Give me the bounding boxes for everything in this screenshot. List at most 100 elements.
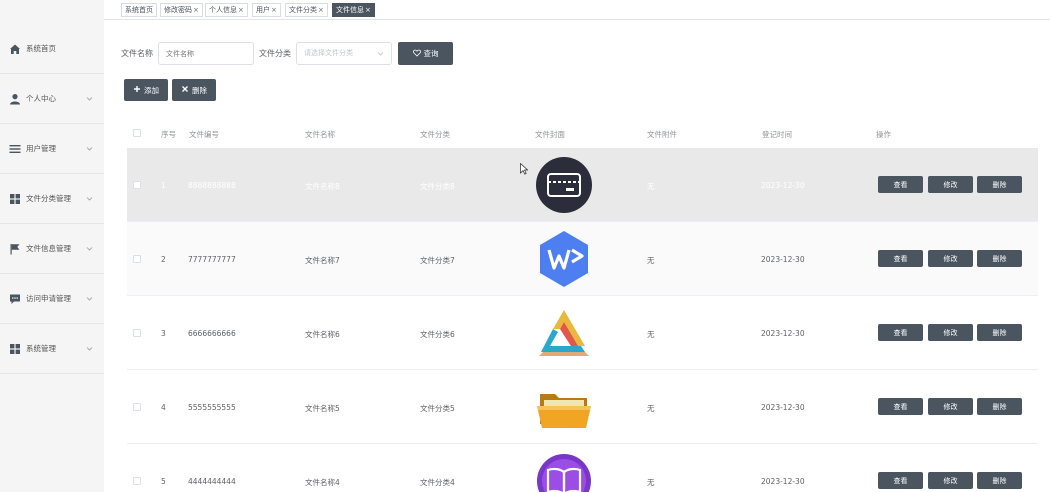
tab-file-info[interactable]: 文件信息× xyxy=(332,3,375,17)
tab-users[interactable]: 用户× xyxy=(252,3,281,17)
file-name-input[interactable] xyxy=(158,42,254,65)
row-attachment: 无 xyxy=(647,330,655,339)
add-button[interactable]: 添加 xyxy=(124,79,168,101)
sidebar-item-label: 用户管理 xyxy=(26,144,56,153)
cursor-icon xyxy=(520,163,528,175)
grid-icon xyxy=(9,193,21,205)
tab-file-category[interactable]: 文件分类× xyxy=(285,3,328,17)
book-icon[interactable] xyxy=(533,450,595,492)
user-icon xyxy=(9,93,21,105)
table-row[interactable]: 1 8888888888 文件名称8 文件分类8 无 2023-12-30 查看… xyxy=(127,148,1038,222)
edit-button[interactable]: 修改 xyxy=(928,398,973,415)
edit-button[interactable]: 修改 xyxy=(928,250,973,267)
select-all-checkbox[interactable] xyxy=(133,129,141,137)
row-delete-button[interactable]: 删除 xyxy=(977,324,1022,341)
row-delete-button[interactable]: 删除 xyxy=(977,398,1022,415)
card-icon[interactable] xyxy=(533,154,595,216)
chevron-down-icon xyxy=(86,295,93,302)
edit-button[interactable]: 修改 xyxy=(928,176,973,193)
tab-home[interactable]: 系统首页 xyxy=(121,3,157,17)
wps-icon[interactable] xyxy=(533,228,595,290)
delete-button[interactable]: 删除 xyxy=(172,79,216,101)
row-delete-button[interactable]: 删除 xyxy=(977,176,1022,193)
row-register-date: 2023-12-30 xyxy=(761,329,805,338)
sidebar-item-home[interactable]: 系统首页 xyxy=(0,24,104,74)
row-index: 5 xyxy=(161,477,166,486)
row-delete-button[interactable]: 删除 xyxy=(977,250,1022,267)
close-icon[interactable]: × xyxy=(365,6,371,14)
row-attachment: 无 xyxy=(647,256,655,265)
view-button[interactable]: 查看 xyxy=(878,472,923,489)
sidebar-item-label: 文件信息管理 xyxy=(26,244,71,253)
tab-change-password[interactable]: 修改密码× xyxy=(160,3,203,17)
row-checkbox[interactable] xyxy=(133,329,141,337)
close-icon[interactable]: × xyxy=(318,6,324,14)
row-file-name: 文件名称4 xyxy=(305,478,340,487)
row-file-category: 文件分类4 xyxy=(420,478,455,487)
table-row[interactable]: 2 7777777777 文件名称7 文件分类7 无 2023-12-30 查看… xyxy=(127,222,1038,296)
row-index: 4 xyxy=(161,403,166,412)
row-delete-button[interactable]: 删除 xyxy=(977,472,1022,489)
sidebar-item-file-category-management[interactable]: 文件分类管理 xyxy=(0,174,104,224)
row-register-date: 2023-12-30 xyxy=(761,181,805,190)
sidebar-item-label: 文件分类管理 xyxy=(26,194,71,203)
sidebar-item-label: 系统首页 xyxy=(26,44,56,53)
row-file-code: 8888888888 xyxy=(188,181,236,190)
sidebar: 系统首页 个人中心 用户管理 文件分类管理 文件信息管理 访问申请管理 系统管理 xyxy=(0,0,104,492)
header-actions: 操作 xyxy=(876,130,891,139)
row-file-code: 5555555555 xyxy=(188,403,236,412)
tab-personal-info[interactable]: 个人信息× xyxy=(205,3,248,17)
triangle-logo-icon[interactable] xyxy=(533,302,595,364)
row-file-name: 文件名称7 xyxy=(305,256,340,265)
chevron-down-icon xyxy=(86,145,93,152)
view-button[interactable]: 查看 xyxy=(878,176,923,193)
sidebar-item-personal-center[interactable]: 个人中心 xyxy=(0,74,104,124)
row-checkbox[interactable] xyxy=(133,181,141,189)
view-button[interactable]: 查看 xyxy=(878,250,923,267)
chevron-down-icon xyxy=(86,95,93,102)
table-row[interactable]: 5 4444444444 文件名称4 文件分类4 无 2023-12-30 查看… xyxy=(127,444,1038,492)
sidebar-item-access-request-management[interactable]: 访问申请管理 xyxy=(0,274,104,324)
row-file-category: 文件分类7 xyxy=(420,256,455,265)
row-file-category: 文件分类6 xyxy=(420,330,455,339)
sidebar-item-file-info-management[interactable]: 文件信息管理 xyxy=(0,224,104,274)
header-file-category: 文件分类 xyxy=(420,130,450,139)
chevron-down-icon xyxy=(86,245,93,252)
header-file-cover: 文件封面 xyxy=(535,130,565,139)
file-name-label: 文件名称 xyxy=(121,49,153,58)
row-checkbox[interactable] xyxy=(133,477,141,485)
flag-icon xyxy=(9,243,21,255)
table-row[interactable]: 4 5555555555 文件名称5 文件分类5 无 2023-12-30 查看… xyxy=(127,370,1038,444)
row-index: 1 xyxy=(161,181,166,190)
edit-button[interactable]: 修改 xyxy=(928,472,973,489)
row-file-name: 文件名称5 xyxy=(305,404,340,413)
close-icon[interactable]: × xyxy=(238,6,244,14)
header-file-code: 文件编号 xyxy=(189,130,219,139)
chevron-down-icon xyxy=(377,50,384,57)
tab-bar: 系统首页 修改密码× 个人信息× 用户× 文件分类× 文件信息× xyxy=(104,0,1050,20)
sidebar-item-label: 个人中心 xyxy=(26,94,56,103)
sidebar-item-user-management[interactable]: 用户管理 xyxy=(0,124,104,174)
heart-icon xyxy=(412,49,421,59)
folder-icon[interactable] xyxy=(533,376,595,438)
row-index: 2 xyxy=(161,255,166,264)
row-register-date: 2023-12-30 xyxy=(761,403,805,412)
row-file-name: 文件名称6 xyxy=(305,330,340,339)
row-checkbox[interactable] xyxy=(133,255,141,263)
header-index: 序号 xyxy=(161,130,176,139)
edit-button[interactable]: 修改 xyxy=(928,324,973,341)
row-file-category: 文件分类5 xyxy=(420,404,455,413)
query-button[interactable]: 查询 xyxy=(398,42,453,65)
row-checkbox[interactable] xyxy=(133,403,141,411)
view-button[interactable]: 查看 xyxy=(878,324,923,341)
sidebar-item-system-management[interactable]: 系统管理 xyxy=(0,324,104,374)
header-file-attachment: 文件附件 xyxy=(647,130,677,139)
table-row[interactable]: 3 6666666666 文件名称6 文件分类6 无 2023-12-30 查看… xyxy=(127,296,1038,370)
list-icon xyxy=(9,143,21,155)
close-icon[interactable]: × xyxy=(193,6,199,14)
sidebar-item-label: 系统管理 xyxy=(26,344,56,353)
view-button[interactable]: 查看 xyxy=(878,398,923,415)
row-index: 3 xyxy=(161,329,166,338)
close-icon[interactable]: × xyxy=(271,6,277,14)
row-register-date: 2023-12-30 xyxy=(761,477,805,486)
